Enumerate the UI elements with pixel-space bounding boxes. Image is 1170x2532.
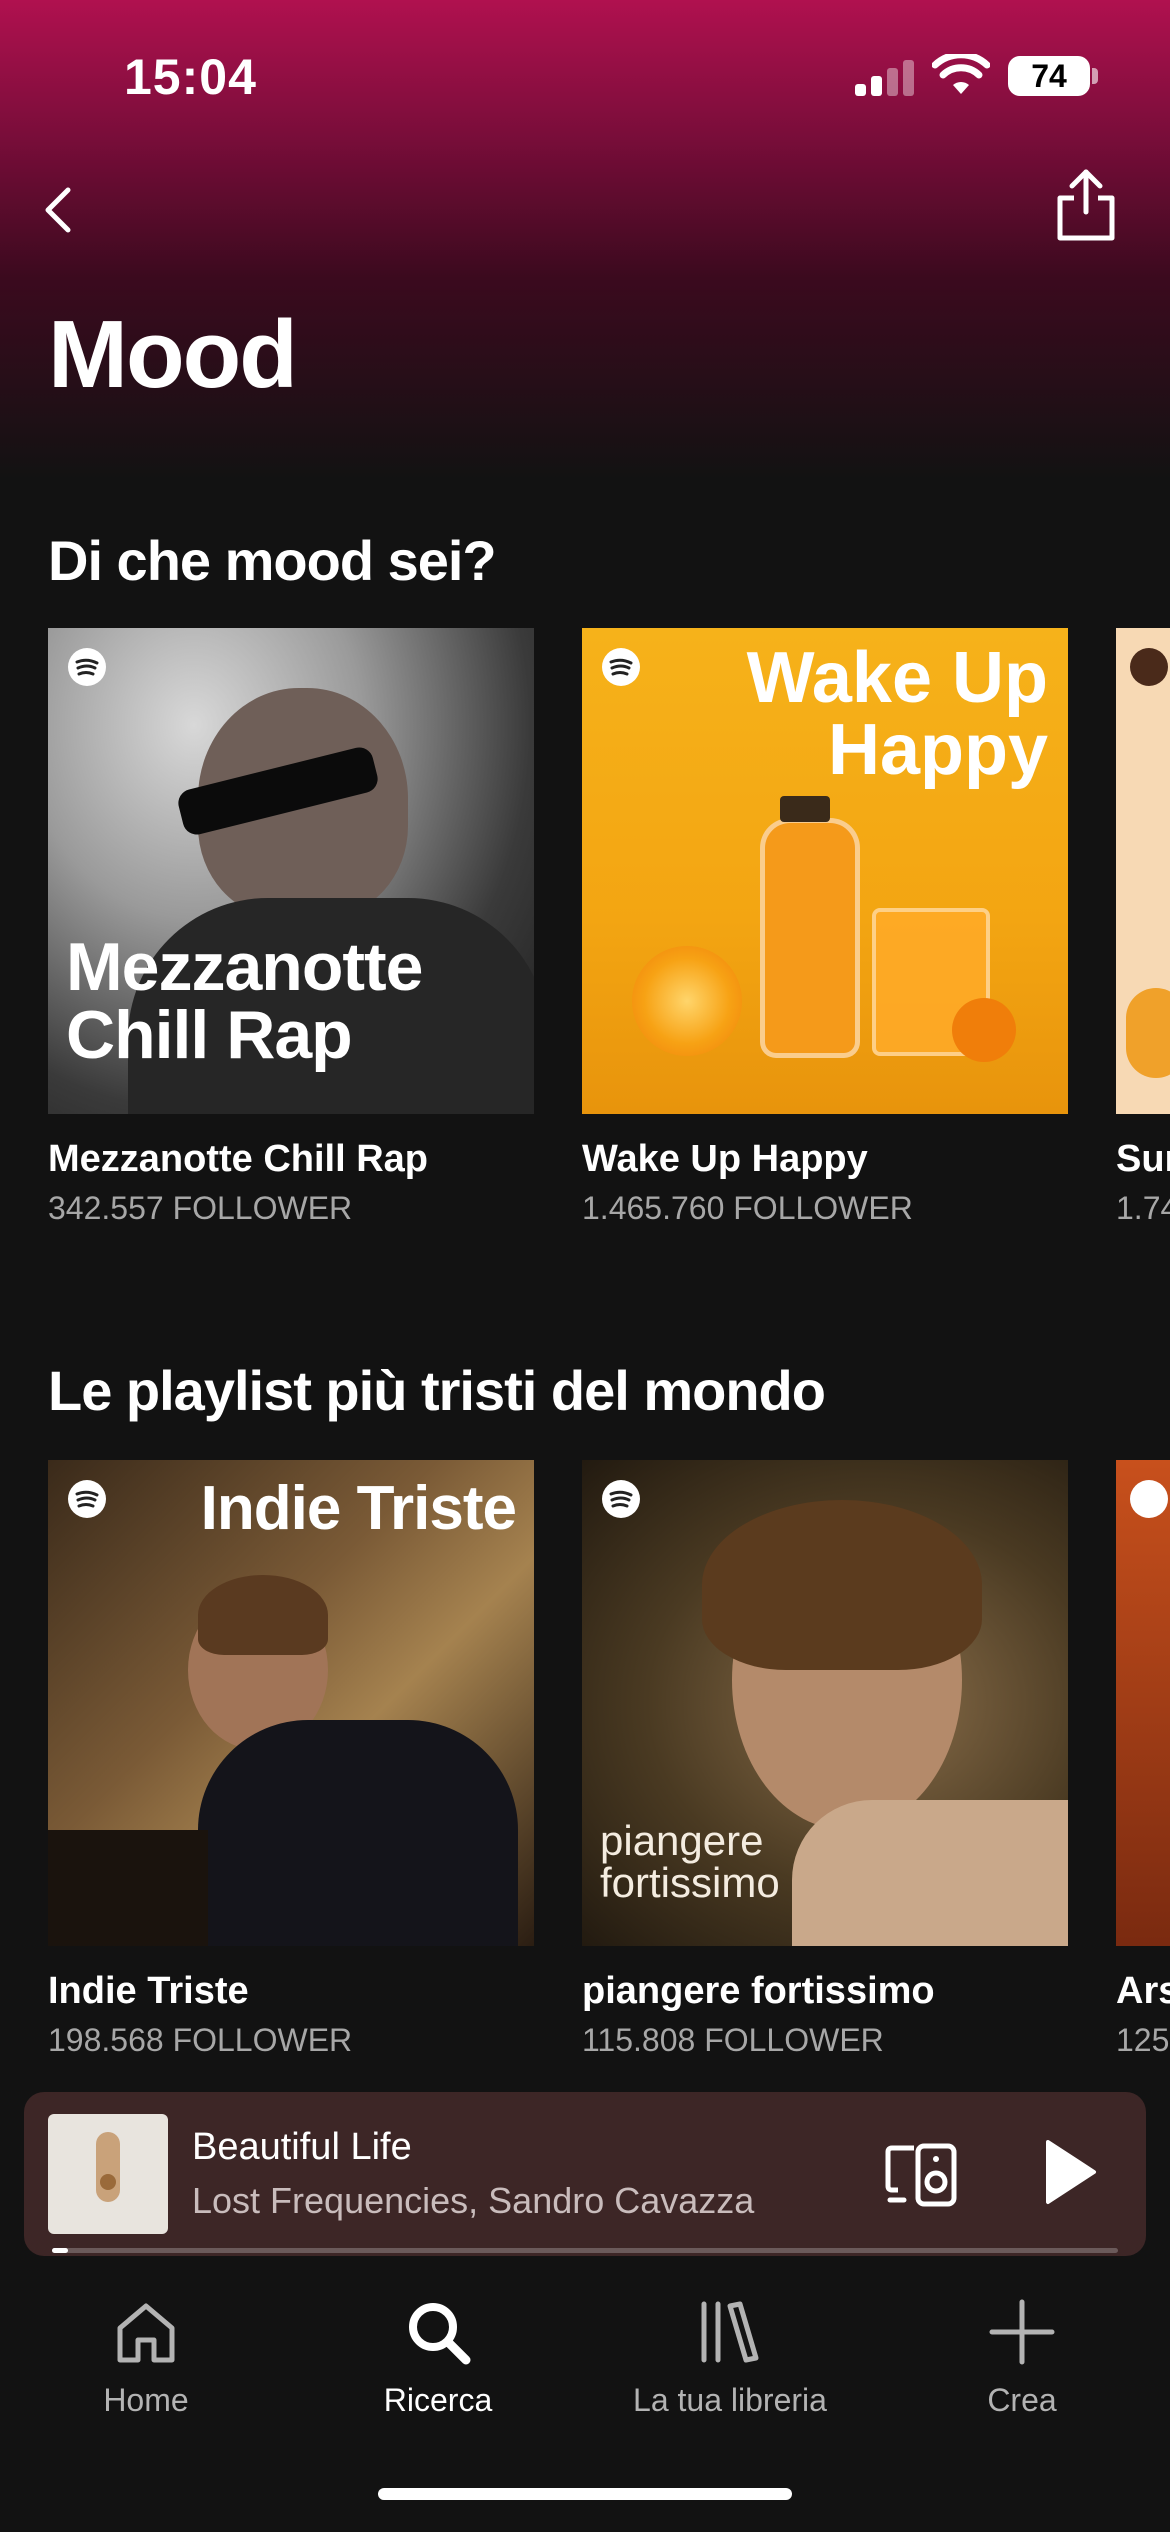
cover-title: Wake Up Happy	[746, 638, 1048, 790]
playlist-followers: 198.568 FOLLOWER	[48, 2022, 353, 2058]
section-title-sad: Le playlist più tristi del mondo	[48, 1359, 826, 1422]
connect-devices-button[interactable]	[884, 2142, 960, 2208]
playlist-cover[interactable]	[1116, 628, 1170, 1114]
playback-progress-track[interactable]	[52, 2248, 1118, 2253]
nav-item-create[interactable]: Crea	[902, 2296, 1142, 2419]
spotify-logo-icon	[68, 648, 106, 686]
playlist-title[interactable]: Mezzanotte Chill Rap	[48, 1138, 428, 1181]
playlist-title[interactable]: Sur	[1116, 1138, 1170, 1181]
spotify-logo-icon	[1130, 1480, 1168, 1518]
now-playing-title[interactable]: Beautiful Life	[192, 2126, 412, 2169]
status-time: 15:04	[124, 49, 257, 105]
back-button[interactable]	[30, 180, 90, 240]
nav-label: La tua libreria	[633, 2382, 827, 2418]
page-title: Mood	[48, 301, 298, 408]
artwork-detail	[100, 2174, 116, 2190]
nav-label: Ricerca	[383, 2382, 493, 2418]
mini-player[interactable]: Beautiful Life Lost Frequencies, Sandro …	[24, 2092, 1146, 2256]
playlist-card-partial[interactable]: Ars 125.	[1116, 1460, 1170, 2080]
piano	[48, 1830, 208, 1946]
battery-level: 74	[1031, 57, 1067, 94]
spotify-logo-icon	[602, 648, 640, 686]
playlist-card-mezzanotte-chill-rap[interactable]: Mezzanotte Chill Rap Mezzanotte Chill Ra…	[48, 628, 534, 1226]
cover-graphic	[1126, 988, 1170, 1078]
spotify-logo-icon	[1130, 648, 1168, 686]
bottle-cap	[780, 796, 830, 822]
now-playing-artist[interactable]: Lost Frequencies, Sandro Cavazza	[192, 2180, 754, 2222]
playlist-title[interactable]: Indie Triste	[48, 1970, 249, 2013]
playlist-cover[interactable]: Wake Up Happy	[582, 628, 1068, 1114]
playlist-title[interactable]: Wake Up Happy	[582, 1138, 868, 1181]
wifi-icon	[932, 54, 990, 94]
small-orange	[952, 998, 1016, 1062]
playlist-followers: 115.808 FOLLOWER	[582, 2022, 884, 2058]
portrait-hair	[702, 1500, 982, 1670]
playlist-card-partial[interactable]: Sur 1.74	[1116, 628, 1170, 1248]
status-bar: 15:04 74	[0, 0, 1170, 150]
playlist-card-piangere-fortissimo[interactable]: piangere fortissimo piangere fortissimo …	[582, 1460, 1068, 2058]
cover-title: piangere fortissimo	[600, 1817, 780, 1906]
portrait-body	[198, 1720, 518, 1946]
plus-icon	[989, 2299, 1055, 2365]
orange-slice	[632, 946, 742, 1056]
playlist-followers: 125.	[1116, 2022, 1170, 2058]
playlist-followers: 342.557 FOLLOWER	[48, 1190, 353, 1226]
nav-item-library[interactable]: La tua libreria	[610, 2296, 850, 2419]
home-indicator[interactable]	[378, 2488, 792, 2500]
playlist-card-wake-up-happy[interactable]: Wake Up Happy Wake Up Happy 1.465.760 FO…	[582, 628, 1068, 1226]
playlist-followers: 1.465.760 FOLLOWER	[582, 1190, 913, 1226]
playlist-cover[interactable]: piangere fortissimo	[582, 1460, 1068, 1946]
portrait-hair	[198, 1575, 328, 1655]
nav-label: Home	[103, 2382, 189, 2418]
spotify-logo-icon	[602, 1480, 640, 1518]
library-icon	[701, 2301, 759, 2363]
playlist-cover[interactable]	[1116, 1460, 1170, 1946]
playlist-cover[interactable]: Indie Triste	[48, 1460, 534, 1946]
playback-progress-fill	[52, 2248, 68, 2253]
artwork-figure	[96, 2132, 120, 2202]
play-button[interactable]	[1040, 2136, 1100, 2208]
share-button[interactable]	[1048, 164, 1124, 244]
battery-icon: 74	[1008, 56, 1090, 96]
home-icon	[117, 2303, 175, 2363]
nav-item-home[interactable]: Home	[26, 2296, 266, 2419]
section-title-mood: Di che mood sei?	[48, 529, 497, 592]
nav-label: Crea	[987, 2382, 1057, 2418]
cover-title: Indie Triste	[200, 1474, 517, 1543]
search-icon	[409, 2303, 471, 2365]
playlist-title[interactable]: piangere fortissimo	[582, 1970, 935, 2013]
battery-tip	[1092, 68, 1098, 84]
playlist-cover[interactable]: Mezzanotte Chill Rap	[48, 628, 534, 1114]
juice-bottle	[760, 818, 860, 1058]
nav-item-search[interactable]: Ricerca	[318, 2296, 558, 2419]
playlist-card-indie-triste[interactable]: Indie Triste Indie Triste 198.568 FOLLOW…	[48, 1460, 534, 2058]
spotify-logo-icon	[68, 1480, 106, 1518]
playlist-title[interactable]: Ars	[1116, 1970, 1170, 2013]
cellular-signal-icon	[855, 60, 915, 96]
now-playing-artwork[interactable]	[48, 2114, 168, 2234]
playlist-followers: 1.74	[1116, 1190, 1170, 1226]
cover-title: Mezzanotte Chill Rap	[66, 929, 423, 1073]
